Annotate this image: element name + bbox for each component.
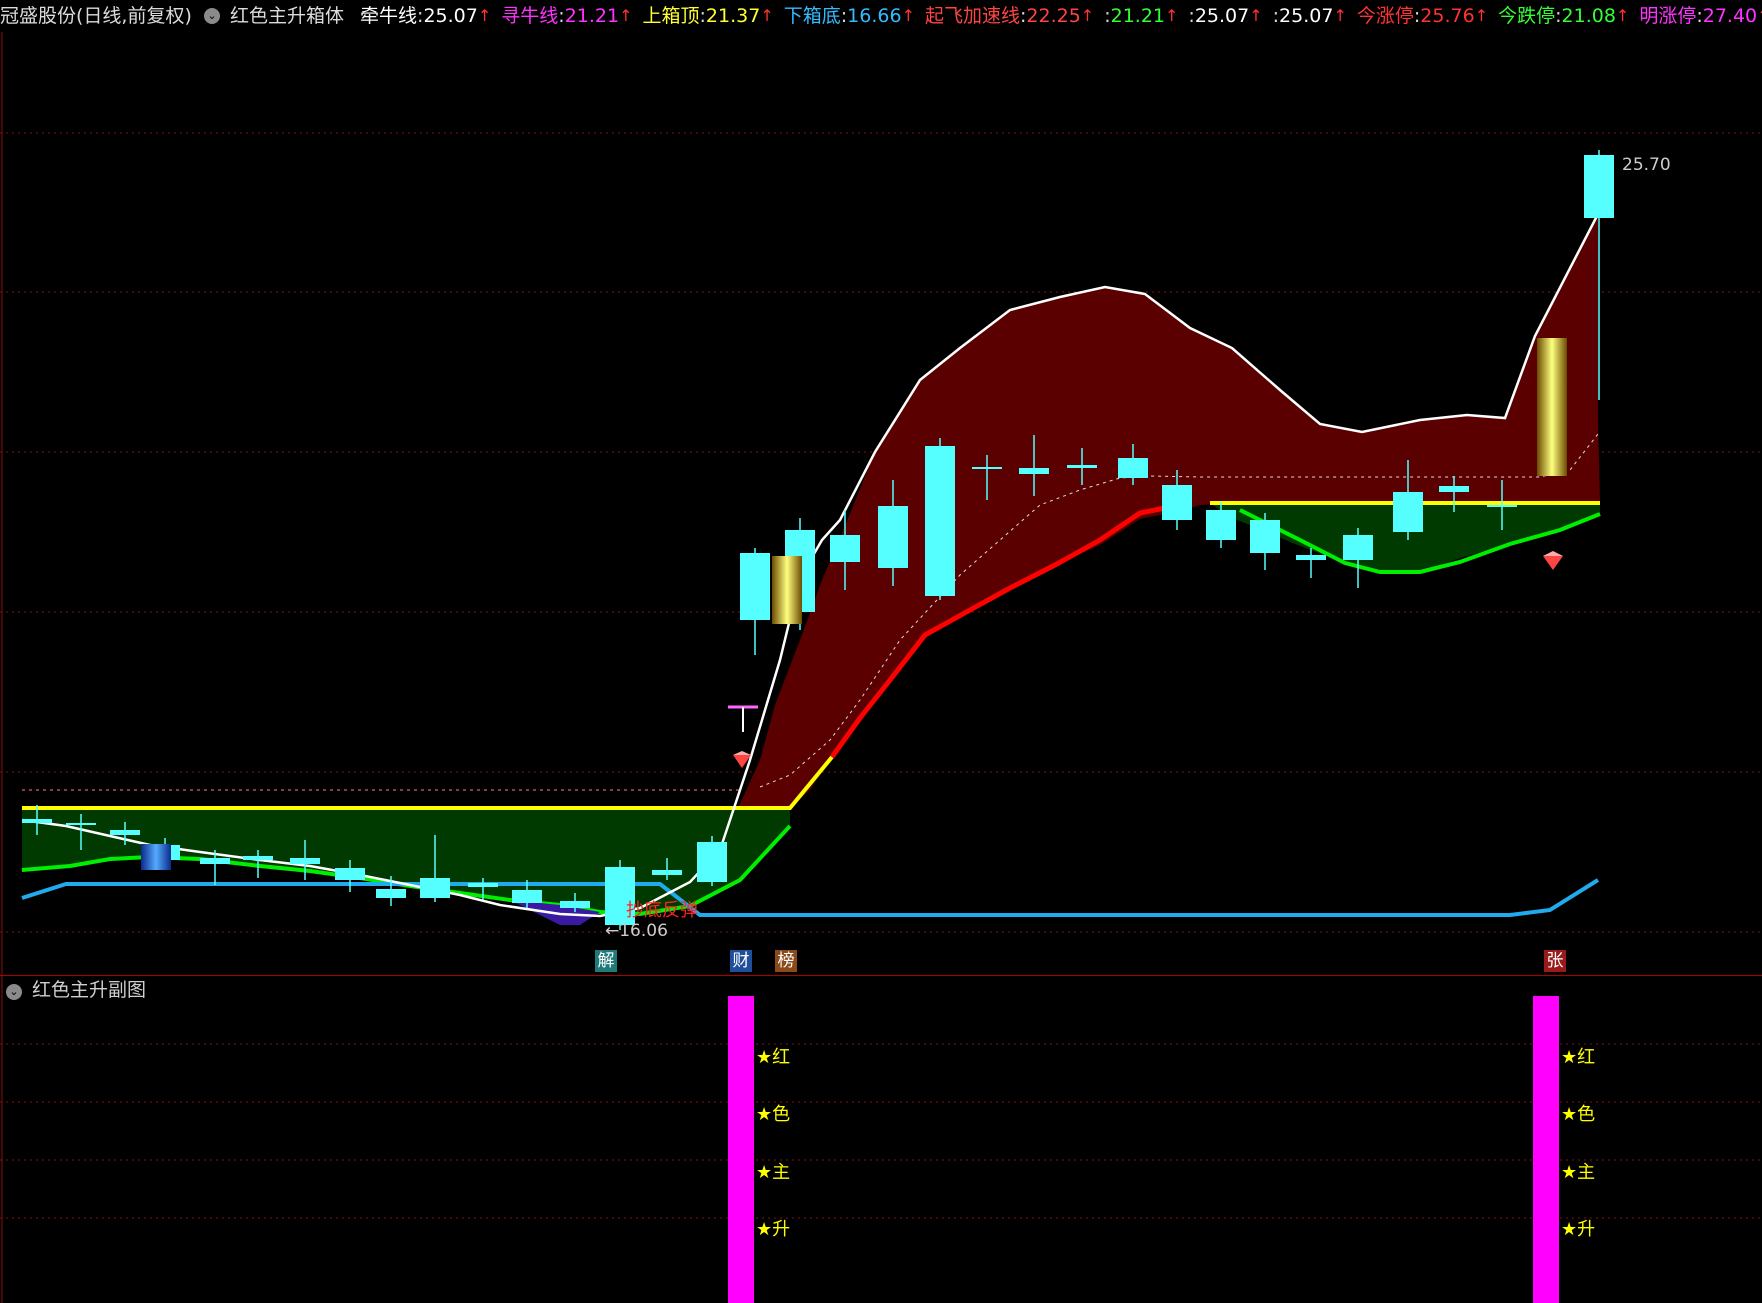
candle-body[interactable]	[1019, 468, 1049, 474]
star-label: ★红	[1561, 1047, 1595, 1068]
candle-body[interactable]	[972, 467, 1002, 469]
sub-indicator-chart[interactable]: ★红 ★色 ★主 ★升 ★红 ★色 ★主 ★升	[0, 976, 1762, 1303]
candle-body[interactable]	[1162, 485, 1192, 520]
star-label: ★色	[756, 1104, 790, 1125]
candle-body[interactable]	[740, 553, 770, 620]
red-main-rise-bar[interactable]	[728, 996, 754, 1303]
sub-signal-bars: ★红 ★色 ★主 ★升 ★红 ★色 ★主 ★升	[728, 996, 1595, 1303]
candle-body[interactable]	[878, 506, 908, 568]
candle-body[interactable]	[1584, 155, 1614, 218]
star-label: ★升	[756, 1219, 790, 1240]
candle-body[interactable]	[512, 890, 542, 903]
candle-body[interactable]	[110, 830, 140, 835]
high-price-label: 25.70	[1622, 155, 1671, 175]
small-marker	[728, 705, 758, 732]
signal-marker[interactable]: 榜	[775, 950, 797, 972]
upper-box-line-left	[22, 755, 834, 810]
candle-body[interactable]	[66, 823, 96, 825]
candle-body[interactable]	[376, 889, 406, 898]
candle-body[interactable]	[1206, 510, 1236, 540]
candle-body[interactable]	[420, 878, 450, 898]
star-label: ★升	[1561, 1219, 1595, 1240]
box-zone-left	[22, 808, 790, 914]
lower-box-line	[21, 878, 1600, 917]
candle-body[interactable]	[830, 535, 860, 562]
signal-marker[interactable]: 张	[1544, 950, 1566, 972]
blue-signal-bar[interactable]	[141, 844, 171, 870]
candle-body[interactable]	[1439, 486, 1469, 492]
candle-body[interactable]	[1393, 492, 1423, 532]
star-label: ★主	[1561, 1162, 1595, 1183]
bottom-reversal-label: 抄底反弹	[626, 900, 698, 921]
low-price-label: ←16.06	[605, 921, 668, 941]
candle-body[interactable]	[468, 883, 498, 887]
candle-body[interactable]	[22, 819, 52, 823]
star-label: ★红	[756, 1047, 790, 1068]
signal-marker[interactable]: 解	[595, 950, 617, 972]
red-main-rise-bar[interactable]	[1533, 996, 1559, 1303]
candle-body[interactable]	[925, 446, 955, 596]
main-price-chart[interactable]: 25.70 ←16.06 抄底反弹	[0, 0, 1762, 976]
star-label: ★主	[756, 1162, 790, 1183]
candle-body[interactable]	[1067, 465, 1097, 468]
candle-body[interactable]	[560, 901, 590, 908]
signal-marker[interactable]: 财	[730, 950, 752, 972]
candle-body[interactable]	[335, 868, 365, 880]
candle-body[interactable]	[1343, 535, 1373, 560]
stock-chart-app: 冠盛股份(日线,前复权) ⌄ 红色主升箱体 牵牛线:25.07↑ 寻牛线:21.2…	[0, 0, 1762, 1303]
candle-body[interactable]	[1296, 555, 1326, 560]
candle-body[interactable]	[697, 842, 727, 882]
candle-body[interactable]	[652, 870, 682, 875]
candle-body[interactable]	[243, 856, 273, 860]
diamond-gem-icon	[1543, 551, 1563, 570]
candle-body[interactable]	[1118, 458, 1148, 478]
gold-signal-bar[interactable]	[1537, 338, 1567, 476]
star-label: ★色	[1561, 1104, 1595, 1125]
sub-grid-lines	[0, 976, 1762, 1303]
gold-signal-bar[interactable]	[772, 556, 802, 624]
candle-body[interactable]	[290, 858, 320, 864]
candle-body[interactable]	[200, 858, 230, 864]
candle-body[interactable]	[1250, 520, 1280, 553]
candle-body[interactable]	[1487, 505, 1517, 507]
